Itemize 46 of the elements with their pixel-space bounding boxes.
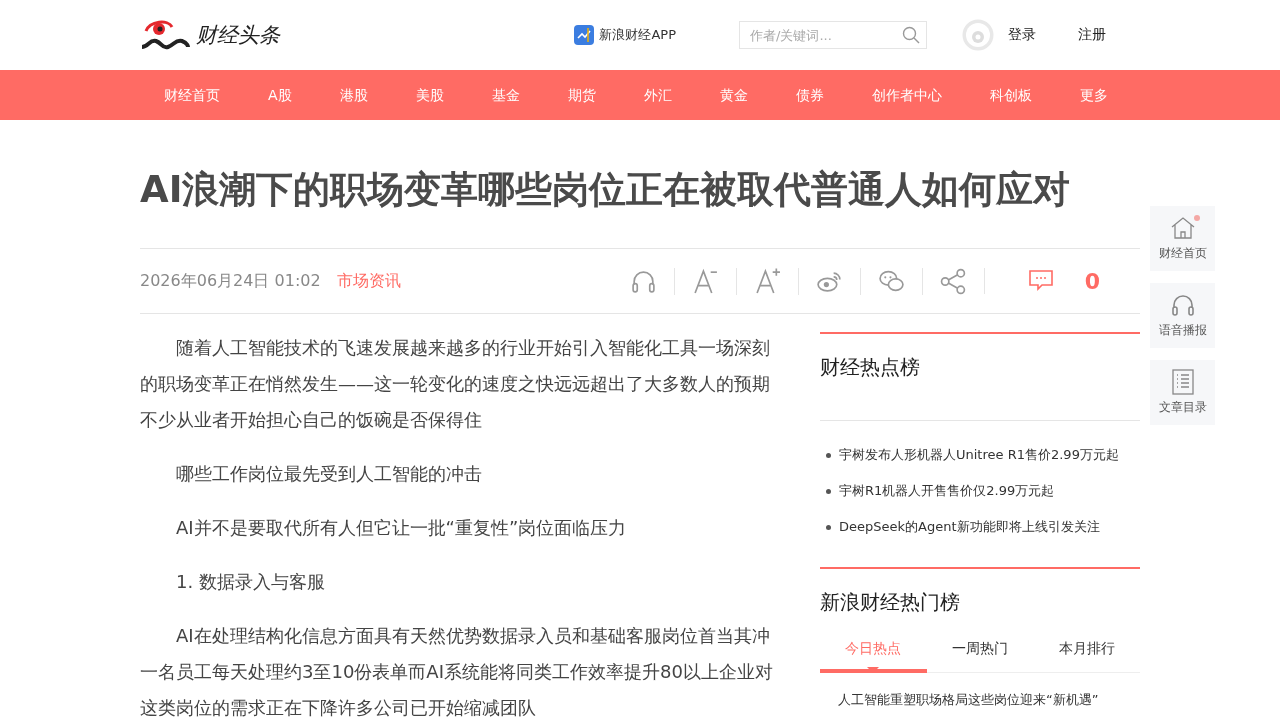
- article-paragraph: 哪些工作岗位最先受到人工智能的冲击: [175, 462, 483, 486]
- source-link[interactable]: 市场资讯: [336, 270, 401, 292]
- list-icon: [1169, 369, 1196, 395]
- headphones-icon: [1169, 292, 1196, 318]
- nav-link[interactable]: 科创板: [965, 70, 1056, 120]
- side-tool-button[interactable]: 财经首页: [1150, 206, 1215, 271]
- news-link[interactable]: 宇树R1机器人开售售价仅2.99万元起: [839, 473, 1055, 509]
- news-link[interactable]: DeepSeek的Agent新功能即将上线引发关注: [839, 509, 1100, 545]
- article-paragraph: AI并不是要取代所有人但它让一批“重复性”岗位面临压力: [175, 516, 628, 540]
- section-title: 新浪财经热门榜: [820, 589, 961, 616]
- article-paragraph: 1. 数据录入与客服: [175, 570, 326, 594]
- tab[interactable]: 本月排行: [1033, 629, 1140, 673]
- app-icon: [574, 25, 595, 45]
- comment-count: 0: [1084, 268, 1100, 294]
- nav-link[interactable]: 外汇: [619, 70, 696, 120]
- nav-link[interactable]: 更多: [1055, 70, 1132, 120]
- article-paragraph: AI在处理结构化信息方面具有天然优势数据录入员和基础客服岗位首当其冲一名员工每天处理约3至10份表单而AI系统能将同类工作效率提升80以上企业对这类岗位的需求正在下降许多公司已开始缩减团队: [140, 624, 774, 720]
- login-link[interactable]: 登录: [1008, 26, 1036, 44]
- side-tool-button[interactable]: 文章目录: [1150, 360, 1215, 425]
- tab[interactable]: 一周热门: [926, 629, 1034, 673]
- publish-date: 2026年06月24日 01:02: [140, 270, 321, 292]
- news-link[interactable]: 宇树发布人形机器人Unitree R1售价2.99万元起: [839, 437, 1119, 473]
- nav-link[interactable]: 港股: [315, 70, 392, 120]
- search-field[interactable]: 作者/关键词...: [739, 21, 927, 49]
- article-title: AI浪潮下的职场变革哪些岗位正在被取代普通人如何应对: [140, 168, 1072, 212]
- tab[interactable]: 今日热点: [820, 629, 927, 673]
- nav-link[interactable]: 债券: [771, 70, 848, 120]
- nav-link[interactable]: 创作者中心: [847, 70, 966, 120]
- house-icon: [1169, 215, 1196, 241]
- bullet-icon: [826, 452, 831, 458]
- nav-link[interactable]: 黄金: [695, 70, 772, 120]
- search-icon[interactable]: [902, 26, 920, 44]
- nav-link[interactable]: 期货: [543, 70, 620, 120]
- nav-link[interactable]: A股: [244, 70, 316, 120]
- nav-link[interactable]: 美股: [391, 70, 468, 120]
- nav-link[interactable]: 财经首页: [140, 70, 244, 120]
- bullet-icon: [826, 524, 831, 530]
- nav-link[interactable]: 基金: [467, 70, 544, 120]
- section-title: 财经热点榜: [820, 354, 921, 381]
- register-link[interactable]: 注册: [1078, 26, 1106, 44]
- news-link[interactable]: 人工智能重塑职场格局这些岗位迎来“新机遇”: [838, 691, 1140, 709]
- app-download-link[interactable]: 新浪财经APP: [574, 25, 676, 45]
- bullet-icon: [826, 488, 831, 494]
- side-tool-button[interactable]: 语音播报: [1150, 283, 1215, 348]
- logo-text[interactable]: 财经头条: [196, 21, 280, 49]
- article-paragraph: 随着人工智能技术的飞速发展越来越多的行业开始引入智能化工具一场深刻的职场变革正在悄然发生——这一轮变化的速度之快远远超出了大多数人的预期不少从业者开始担心自己的饭碗是否保得住: [140, 336, 771, 432]
